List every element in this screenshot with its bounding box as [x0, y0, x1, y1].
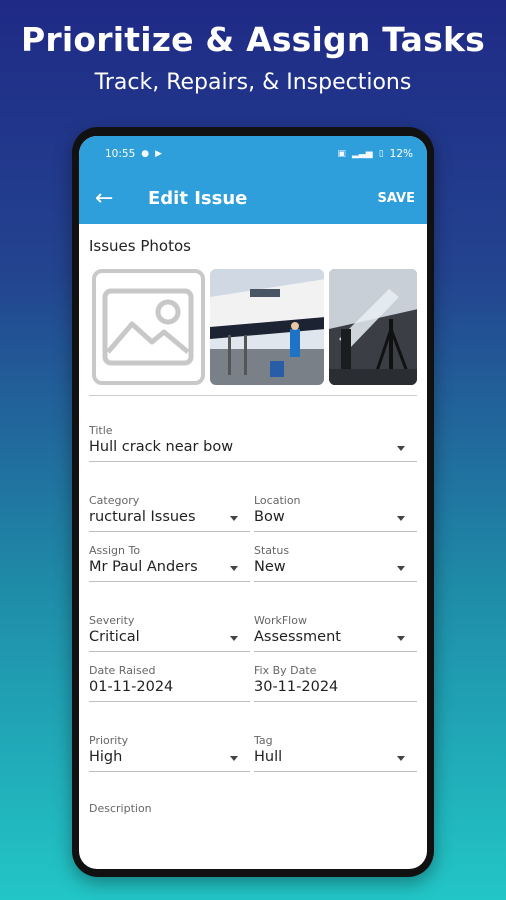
signal-icon: ▂▃▅ — [351, 149, 373, 159]
category-value: ructural Issues — [89, 509, 196, 525]
workflow-value: Assessment — [254, 629, 341, 645]
workflow-label: WorkFlow — [254, 614, 307, 627]
location-label: Location — [254, 494, 301, 507]
video-icon: ▶ — [155, 149, 163, 159]
image-placeholder-icon — [102, 288, 194, 366]
fix-by-date-value: 30-11-2024 — [254, 679, 339, 695]
promo-subtitle: Track, Repairs, & Inspections — [94, 70, 412, 95]
severity-label: Severity — [89, 614, 135, 627]
status-bar: 10:55 ● ▶ ▣ ▂▃▅ ▯ 12% — [79, 136, 427, 172]
battery-icon: ▯ — [378, 149, 384, 159]
chevron-down-icon — [397, 566, 405, 571]
title-value: Hull crack near bow — [89, 439, 234, 455]
category-label: Category — [89, 494, 140, 507]
fix-by-date-label: Fix By Date — [254, 664, 317, 677]
vibrate-icon: ▣ — [337, 149, 346, 159]
status-label: Status — [254, 544, 290, 557]
priority-select[interactable]: Priority High — [89, 728, 250, 772]
title-label: Title — [89, 424, 113, 437]
title-field[interactable]: Title Hull crack near bow — [89, 418, 417, 462]
category-select[interactable]: Category ructural Issues — [89, 488, 250, 532]
page-title: Edit Issue — [148, 187, 248, 209]
issue-photo-pressure-wash[interactable] — [329, 269, 418, 385]
assign-to-label: Assign To — [89, 544, 141, 557]
status-value: New — [254, 559, 286, 575]
photos-strip — [89, 269, 418, 385]
save-button[interactable]: SAVE — [378, 191, 415, 206]
chevron-down-icon — [397, 636, 405, 641]
assign-to-value: Mr Paul Anders — [89, 559, 198, 575]
form-content: Issues Photos Title Hull crack near bow … — [79, 237, 427, 815]
date-raised-value: 01-11-2024 — [89, 679, 174, 695]
chevron-down-icon — [397, 446, 405, 451]
chevron-down-icon — [230, 516, 238, 521]
description-label: Description — [89, 802, 152, 815]
severity-select[interactable]: Severity Critical — [89, 608, 250, 652]
chevron-down-icon — [230, 636, 238, 641]
promo-title: Prioritize & Assign Tasks — [21, 20, 485, 59]
location-select[interactable]: Location Bow — [254, 488, 417, 532]
back-arrow-icon[interactable]: ← — [95, 186, 135, 211]
battery-level: 12% — [389, 148, 413, 160]
tag-select[interactable]: Tag Hull — [254, 728, 417, 772]
chat-icon: ● — [141, 149, 150, 159]
photos-divider — [89, 395, 417, 396]
chevron-down-icon — [230, 756, 238, 761]
status-time: 10:55 — [105, 148, 136, 160]
priority-label: Priority — [89, 734, 129, 747]
app-bar: ← Edit Issue SAVE — [79, 172, 427, 224]
photos-section-label: Issues Photos — [89, 237, 191, 255]
phone-frame: 10:55 ● ▶ ▣ ▂▃▅ ▯ 12% ← Edit Issue SAVE … — [72, 127, 434, 877]
add-photo-placeholder[interactable] — [92, 269, 205, 385]
chevron-down-icon — [230, 566, 238, 571]
priority-value: High — [89, 749, 123, 765]
assign-to-select[interactable]: Assign To Mr Paul Anders — [89, 538, 250, 582]
issue-photo-boat-hull[interactable] — [209, 269, 325, 385]
workflow-select[interactable]: WorkFlow Assessment — [254, 608, 417, 652]
chevron-down-icon — [397, 756, 405, 761]
date-raised-field[interactable]: Date Raised 01-11-2024 — [89, 658, 250, 702]
tag-value: Hull — [254, 749, 283, 765]
severity-value: Critical — [89, 629, 140, 645]
fix-by-date-field[interactable]: Fix By Date 30-11-2024 — [254, 658, 417, 702]
tag-label: Tag — [254, 734, 273, 747]
chevron-down-icon — [397, 516, 405, 521]
location-value: Bow — [254, 509, 285, 525]
date-raised-label: Date Raised — [89, 664, 156, 677]
phone-screen: 10:55 ● ▶ ▣ ▂▃▅ ▯ 12% ← Edit Issue SAVE … — [79, 136, 427, 869]
status-select[interactable]: Status New — [254, 538, 417, 582]
